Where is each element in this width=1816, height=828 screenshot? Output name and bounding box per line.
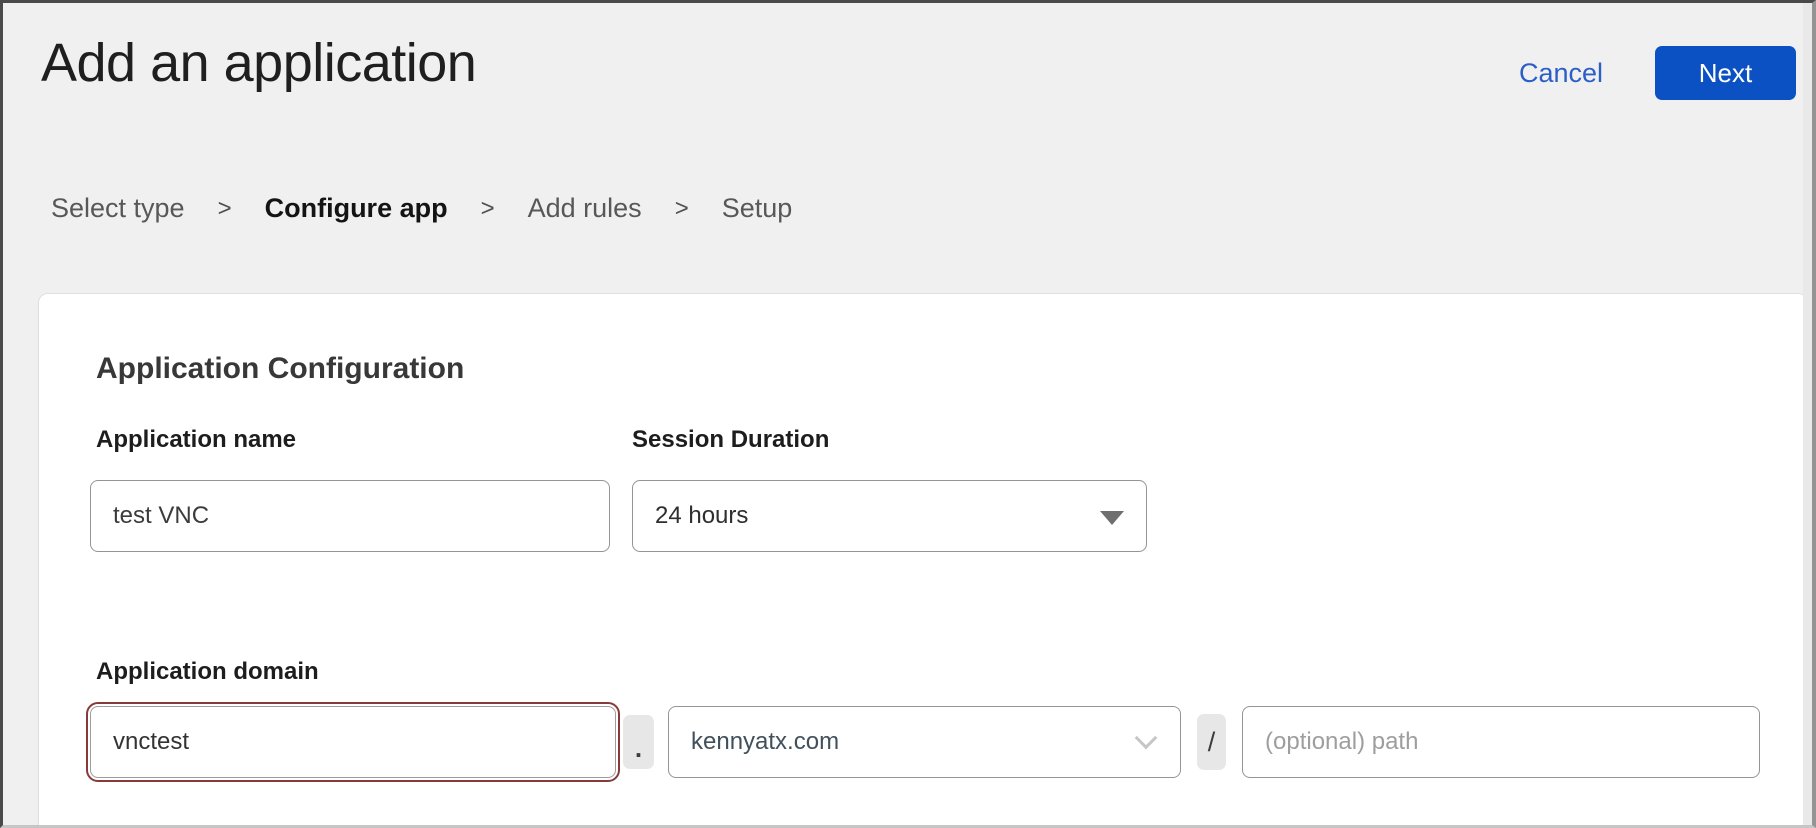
section-title: Application Configuration [96, 352, 464, 386]
breadcrumb-step-add-rules[interactable]: Add rules [528, 193, 642, 224]
breadcrumb-step-setup[interactable]: Setup [722, 193, 793, 224]
cancel-button[interactable]: Cancel [1519, 58, 1603, 89]
chevron-down-icon [1135, 727, 1158, 750]
page-title: Add an application [41, 33, 476, 93]
breadcrumb-step-configure-app[interactable]: Configure app [265, 193, 448, 224]
application-name-label: Application name [96, 426, 296, 454]
domain-selected-value: kennyatx.com [691, 728, 839, 756]
domain-select[interactable]: kennyatx.com [668, 706, 1181, 778]
dot-separator: . [623, 715, 654, 769]
application-configuration-card: Application Configuration Application na… [38, 293, 1808, 828]
application-name-input[interactable] [90, 480, 610, 552]
breadcrumb-separator-icon: > [218, 195, 232, 223]
breadcrumb-separator-icon: > [675, 195, 689, 223]
application-domain-row: . kennyatx.com / [90, 706, 1760, 778]
subdomain-input[interactable] [90, 706, 616, 778]
vertical-scrollbar[interactable] [1803, 3, 1812, 825]
application-domain-label: Application domain [96, 658, 319, 686]
breadcrumb-separator-icon: > [481, 195, 495, 223]
next-button[interactable]: Next [1655, 46, 1796, 100]
breadcrumb-step-select-type[interactable]: Select type [51, 193, 185, 224]
session-duration-label: Session Duration [632, 426, 829, 454]
session-duration-selected-value: 24 hours [655, 502, 748, 530]
path-input[interactable] [1242, 706, 1760, 778]
session-duration-select[interactable]: 24 hours [632, 480, 1147, 552]
header-actions: Cancel Next [1519, 46, 1796, 100]
dropdown-caret-icon [1100, 511, 1124, 525]
breadcrumb: Select type > Configure app > Add rules … [51, 193, 792, 224]
slash-separator: / [1197, 714, 1226, 770]
add-application-page: Add an application Cancel Next Select ty… [0, 0, 1816, 828]
